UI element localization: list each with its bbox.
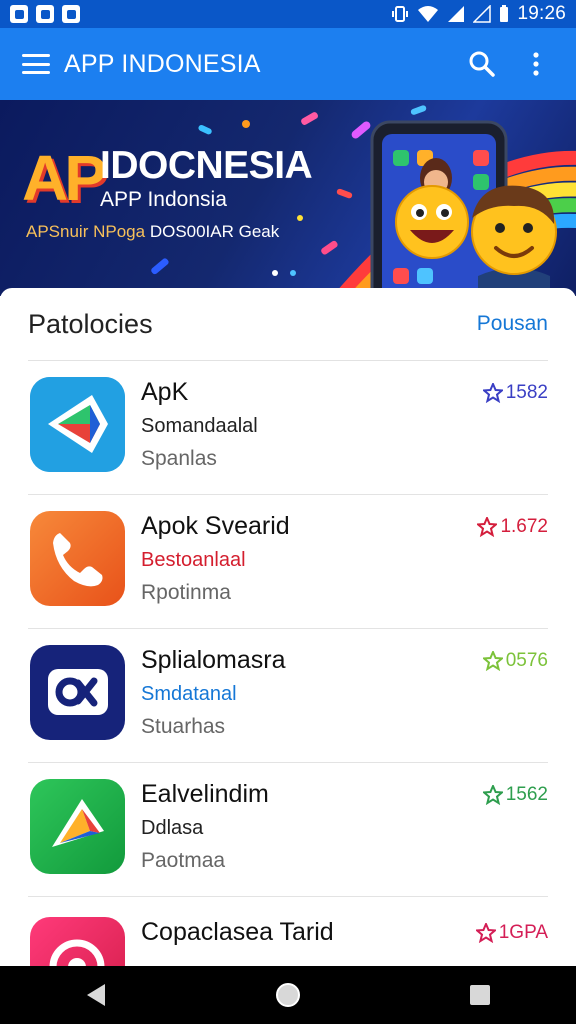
banner-tagline-highlight: APSnuir NPoga: [26, 222, 146, 241]
recents-icon[interactable]: [450, 966, 510, 1024]
app-list-item[interactable]: ApK Somandaalal Spanlas 1582: [28, 360, 548, 495]
app-category: Ddlasa: [141, 817, 204, 839]
app-name: Apok Svearid: [141, 512, 290, 540]
app-list-item[interactable]: Splialomasra Smdatanal Stuarhas 0576: [28, 628, 548, 763]
star-icon: [482, 383, 503, 403]
app-rating: 1.672: [477, 516, 548, 538]
app-rating-value: 1.672: [500, 516, 548, 537]
banner-subtitle: APP Indonsia: [100, 188, 227, 211]
notification-icon: [10, 5, 28, 23]
more-vert-icon[interactable]: [514, 42, 558, 86]
app-rating-value: 0576: [505, 650, 548, 671]
app-description: Spanlas: [141, 447, 217, 470]
banner-tagline-rest: DOS00IAR Geak: [149, 222, 280, 241]
clock: 19:26: [517, 3, 566, 24]
app-title: APP INDONESIA: [64, 49, 261, 78]
app-rating: 1582: [482, 382, 548, 404]
banner-title: IDOCNESIA: [100, 144, 313, 187]
search-icon[interactable]: [460, 42, 504, 86]
phone-icon: [30, 511, 125, 606]
apps-card: Patolocies Pousan ApK Somandaalal Spanla…: [0, 288, 576, 1012]
app-list-item[interactable]: Ealvelindim Ddlasa Paotmaa 1562: [28, 762, 548, 897]
section-header: Patolocies Pousan: [28, 288, 548, 361]
status-bar: 19:26: [0, 0, 576, 28]
carousel-dots[interactable]: [272, 270, 296, 276]
vibrate-icon: [392, 6, 409, 22]
app-name: Splialomasra: [141, 646, 286, 674]
back-icon[interactable]: [66, 966, 126, 1024]
app-rating-value: 1582: [505, 382, 548, 403]
app-name: ApK: [141, 378, 189, 406]
bookmark-icon: [62, 5, 80, 23]
star-icon: [482, 651, 503, 671]
promo-banner[interactable]: AP IDOCNESIA APP Indonsia APSnuir NPoga …: [0, 100, 576, 296]
app-rating: 0576: [482, 650, 548, 672]
app-name: Ealvelindim: [141, 780, 269, 808]
app-category: Somandaalal: [141, 415, 258, 437]
app-rating: 1562: [482, 784, 548, 806]
app-rating-value: 1562: [505, 784, 548, 805]
signal-icon: [448, 6, 465, 22]
app-name: Copaclasea Tarid: [141, 918, 334, 946]
notification-icons: [10, 5, 80, 23]
hamburger-menu-icon[interactable]: [22, 54, 50, 74]
app-rating: 1GPA: [475, 922, 548, 944]
star-icon: [475, 923, 496, 943]
navigation-bar: [0, 966, 576, 1024]
app-list-item[interactable]: Apok Svearid Bestoanlaal Rpotinma 1.672: [28, 494, 548, 629]
app-category: Bestoanlaal: [141, 549, 246, 571]
battery-icon: [500, 5, 509, 22]
banner-tagline: APSnuir NPoga DOS00IAR Geak: [26, 222, 279, 242]
gallery-icon: [36, 5, 54, 23]
star-icon: [477, 517, 498, 537]
app-bar: APP INDONESIA: [0, 28, 576, 100]
home-icon[interactable]: [258, 966, 318, 1024]
play-triangle-icon: [30, 377, 125, 472]
link-icon: [30, 645, 125, 740]
system-icons: 19:26: [391, 3, 566, 25]
wifi-icon: [418, 6, 439, 22]
app-description: Rpotinma: [141, 581, 231, 604]
section-link[interactable]: Pousan: [477, 312, 548, 336]
section-title: Patolocies: [28, 308, 153, 339]
star-icon: [482, 785, 503, 805]
carousel-dot[interactable]: [272, 270, 278, 276]
play-triangle-icon: [30, 779, 125, 874]
signal-r-icon: [473, 5, 492, 23]
app-category: Smdatanal: [141, 683, 237, 705]
carousel-dot-active[interactable]: [290, 270, 296, 276]
app-rating-value: 1GPA: [498, 922, 548, 943]
app-description: Paotmaa: [141, 849, 226, 872]
banner-logo: AP: [22, 142, 107, 214]
app-description: Stuarhas: [141, 715, 226, 738]
